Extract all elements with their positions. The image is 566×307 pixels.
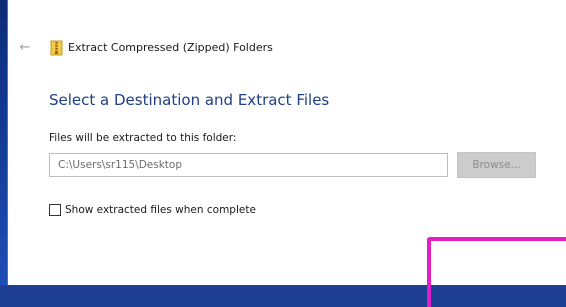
show-files-checkbox[interactable] — [49, 204, 61, 216]
zip-folder-icon — [50, 40, 63, 56]
dialog-header: ← Extract Compressed (Zipped) Folders — [8, 30, 566, 70]
back-arrow-icon[interactable]: ← — [17, 41, 33, 55]
highlight-annotation — [427, 237, 566, 307]
destination-label: Files will be extracted to this folder: — [49, 132, 237, 144]
browse-button[interactable]: Browse... — [457, 152, 536, 178]
destination-path-input[interactable] — [49, 153, 448, 177]
extract-dialog: ← Extract Compressed (Zipped) Folders Se… — [7, 0, 566, 307]
dialog-title: Extract Compressed (Zipped) Folders — [68, 41, 273, 54]
show-files-label: Show extracted files when complete — [65, 204, 256, 216]
page-heading: Select a Destination and Extract Files — [49, 91, 330, 109]
